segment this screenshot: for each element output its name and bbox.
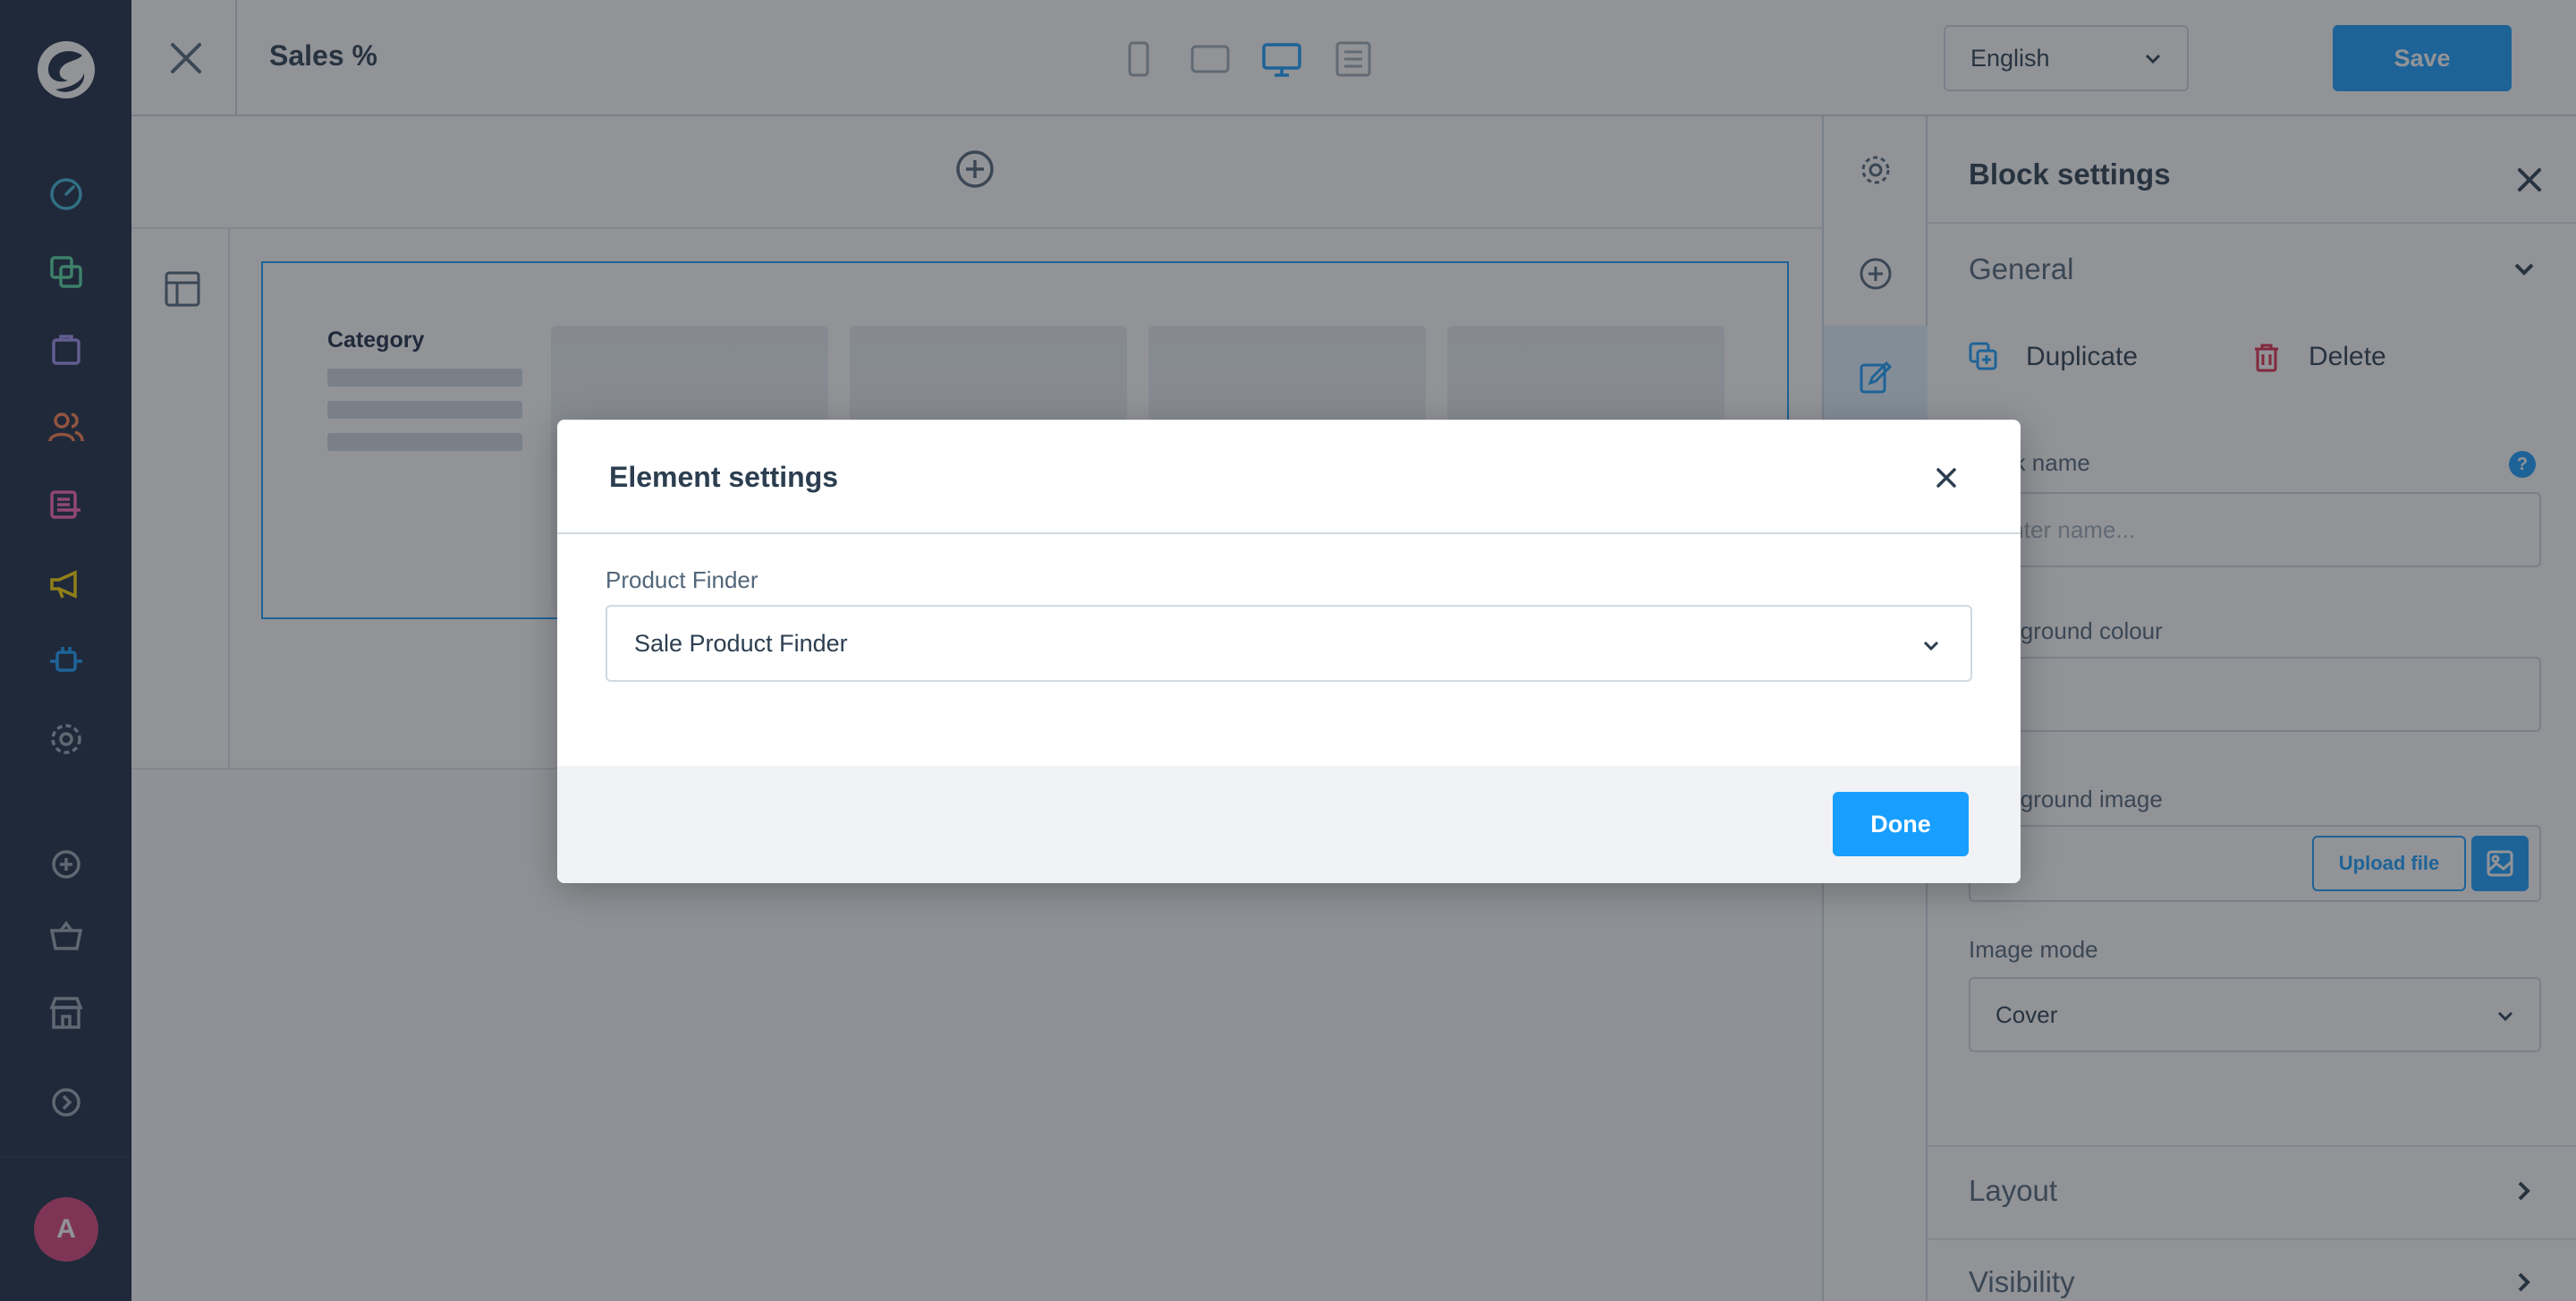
close-icon[interactable] [1935, 466, 1958, 489]
product-finder-select[interactable]: Sale Product Finder [606, 605, 1972, 682]
done-button[interactable]: Done [1833, 792, 1969, 856]
chevron-down-icon [1923, 641, 1939, 651]
element-settings-modal: Element settings Product Finder Sale Pro… [557, 420, 2021, 883]
product-finder-label: Product Finder [606, 566, 758, 593]
product-finder-value: Sale Product Finder [634, 629, 848, 657]
modal-header: Element settings [557, 420, 2021, 534]
modal-footer: Done [557, 766, 2021, 883]
modal-title: Element settings [609, 461, 839, 493]
